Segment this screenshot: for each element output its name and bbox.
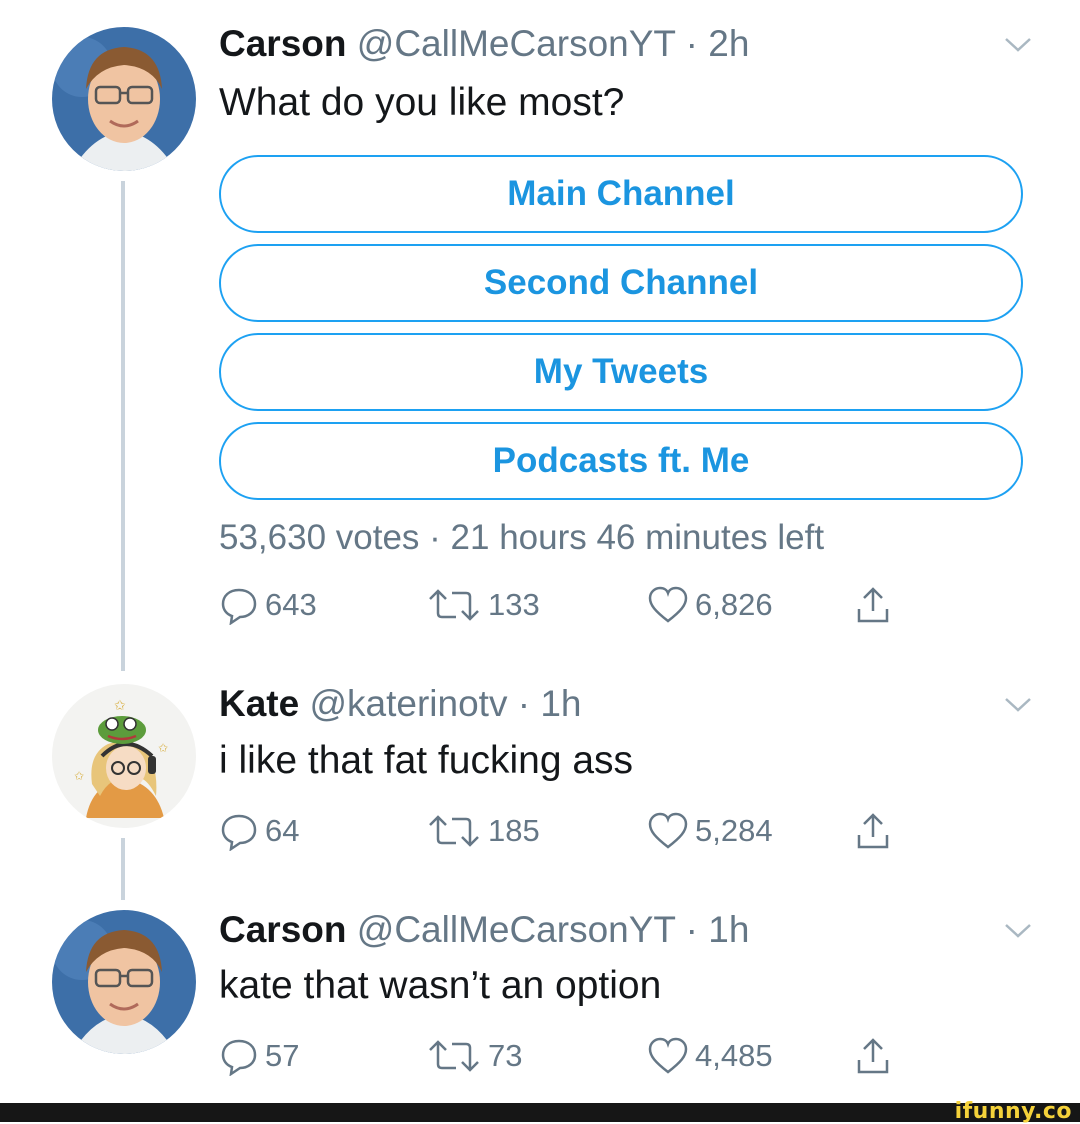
handle[interactable]: @katerinotv xyxy=(309,683,507,724)
reply-count: 64 xyxy=(265,813,300,848)
poll-option-second-channel[interactable]: Second Channel xyxy=(219,244,1023,322)
like-button[interactable]: 6,826 xyxy=(647,585,773,625)
tweet-actions: 64 185 5,284 xyxy=(219,811,1019,851)
svg-text:✩: ✩ xyxy=(74,769,84,783)
share-button[interactable] xyxy=(853,585,893,625)
tweet-text: i like that fat fucking ass xyxy=(219,739,634,782)
like-count: 5,284 xyxy=(695,813,773,848)
chevron-down-icon[interactable] xyxy=(1003,921,1033,941)
poll-option-main-channel[interactable]: Main Channel xyxy=(219,155,1023,233)
handle[interactable]: @CallMeCarsonYT xyxy=(357,23,676,64)
avatar-carson[interactable] xyxy=(52,910,196,1054)
timestamp[interactable]: · 1h xyxy=(686,909,750,950)
retweet-count: 73 xyxy=(488,1038,523,1073)
like-count: 6,826 xyxy=(695,587,773,622)
tweet-actions: 643 133 6,826 xyxy=(219,585,1019,625)
retweet-count: 185 xyxy=(488,813,540,848)
tweet-3: Carson @CallMeCarsonYT · 1h kate that wa… xyxy=(0,886,1080,1103)
tweet-actions: 57 73 4,485 xyxy=(219,1036,1019,1076)
avatar-kate[interactable]: ✩ ✩ ✩ xyxy=(52,684,196,828)
reply-icon xyxy=(221,1039,257,1076)
like-icon xyxy=(648,1037,688,1074)
share-icon xyxy=(857,1038,889,1074)
tweet-1: Carson @CallMeCarsonYT · 2h What do you … xyxy=(0,0,1080,671)
display-name[interactable]: Carson xyxy=(219,909,346,950)
tweet-header: Carson @CallMeCarsonYT · 1h xyxy=(219,908,749,952)
poll-option-podcasts[interactable]: Podcasts ft. Me xyxy=(219,422,1023,500)
retweet-count: 133 xyxy=(488,587,540,622)
like-icon xyxy=(648,812,688,849)
reply-icon xyxy=(221,588,257,625)
watermark-bar: ifunny.co xyxy=(0,1099,1080,1124)
poll-summary: 53,630 votes · 21 hours 46 minutes left xyxy=(219,518,825,557)
watermark-logo: ifunny.co xyxy=(954,1099,1072,1124)
tweet-text: kate that wasn’t an option xyxy=(219,964,662,1007)
reply-button[interactable]: 643 xyxy=(219,585,317,625)
reply-button[interactable]: 57 xyxy=(219,1036,299,1076)
retweet-button[interactable]: 133 xyxy=(426,585,540,625)
poll-option-my-tweets[interactable]: My Tweets xyxy=(219,333,1023,411)
like-count: 4,485 xyxy=(695,1038,773,1073)
retweet-button[interactable]: 185 xyxy=(426,811,540,851)
share-icon xyxy=(857,587,889,623)
like-button[interactable]: 5,284 xyxy=(647,811,773,851)
svg-text:✩: ✩ xyxy=(114,698,126,714)
reply-count: 643 xyxy=(265,587,317,622)
share-button[interactable] xyxy=(853,1036,893,1076)
retweet-button[interactable]: 73 xyxy=(426,1036,522,1076)
retweet-icon xyxy=(429,815,479,847)
tweet-header: Carson @CallMeCarsonYT · 2h xyxy=(219,22,749,66)
retweet-icon xyxy=(429,589,479,621)
share-button[interactable] xyxy=(853,811,893,851)
chevron-down-icon[interactable] xyxy=(1003,695,1033,715)
tweet-2: ✩ ✩ ✩ Kate @katerinotv · 1h i like that … xyxy=(0,660,1080,900)
svg-text:✩: ✩ xyxy=(158,741,168,755)
like-button[interactable]: 4,485 xyxy=(647,1036,773,1076)
display-name[interactable]: Kate xyxy=(219,683,299,724)
tweet-header: Kate @katerinotv · 1h xyxy=(219,682,582,726)
avatar-carson[interactable] xyxy=(52,27,196,171)
handle[interactable]: @CallMeCarsonYT xyxy=(357,909,676,950)
timestamp[interactable]: · 2h xyxy=(686,23,750,64)
reply-icon xyxy=(221,814,257,851)
reply-count: 57 xyxy=(265,1038,300,1073)
reply-button[interactable]: 64 xyxy=(219,811,299,851)
share-icon xyxy=(857,813,889,849)
display-name[interactable]: Carson xyxy=(219,23,346,64)
chevron-down-icon[interactable] xyxy=(1003,35,1033,55)
timestamp[interactable]: · 1h xyxy=(518,683,582,724)
retweet-icon xyxy=(429,1040,479,1072)
thread-line xyxy=(121,181,125,671)
like-icon xyxy=(648,586,688,623)
tweet-text: What do you like most? xyxy=(219,81,625,124)
